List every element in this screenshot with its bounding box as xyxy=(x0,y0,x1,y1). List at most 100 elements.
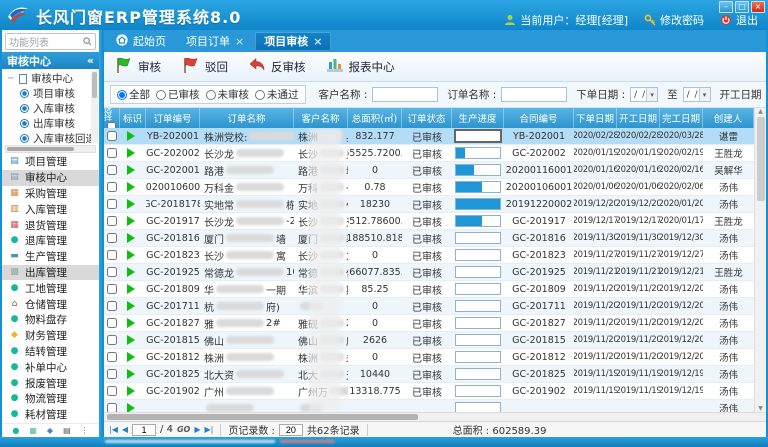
column-header-11[interactable]: 开工日期 xyxy=(617,108,660,128)
row-checkbox[interactable] xyxy=(107,318,117,328)
sidebar-item-13[interactable]: ●结转管理 xyxy=(2,344,99,360)
table-row[interactable]: GC-201827雅2#雅砚2#0已审核GC-2018272019/11/202… xyxy=(104,315,754,332)
column-header-6[interactable]: 总面积(㎡) xyxy=(348,108,402,128)
row-checkbox[interactable] xyxy=(107,301,117,311)
row-checkbox[interactable] xyxy=(107,335,117,345)
row-checkbox[interactable] xyxy=(107,403,117,412)
scroll-down-icon[interactable]: ▼ xyxy=(758,405,763,412)
customer-name-input[interactable] xyxy=(372,87,438,102)
table-row[interactable]: GC-202001路港路港墙0已审核202001160012020/01/162… xyxy=(104,162,754,179)
tree-horizontal-scrollbar[interactable] xyxy=(5,145,96,153)
column-header-10[interactable]: 下单日期 xyxy=(574,108,617,128)
column-header-12[interactable]: 完工日期 xyxy=(660,108,703,128)
order-name-input[interactable] xyxy=(501,87,567,102)
sidebar-item-8[interactable]: ▩出库管理 xyxy=(2,265,99,281)
row-checkbox[interactable] xyxy=(107,386,117,396)
scroll-up-icon[interactable]: ▲ xyxy=(758,108,763,115)
table-row[interactable]: GC-201816厦门墙厦门幕墙188510.818已审核GC-20181620… xyxy=(104,230,754,247)
row-checkbox[interactable] xyxy=(107,131,117,141)
table-row[interactable]: GC-201812株洲株洲未来0已审核GC-2018122019/11/2020… xyxy=(104,349,754,366)
sidebar-item-15[interactable]: ●报废管理 xyxy=(2,375,99,391)
approve-button[interactable]: 审核 xyxy=(114,56,161,77)
row-checkbox[interactable] xyxy=(107,267,117,277)
table-row[interactable]: GC-201925常德龙10常德保..266077.835..已审核GC-201… xyxy=(104,264,754,281)
tree-vertical-scrollbar[interactable] xyxy=(91,71,98,143)
table-row[interactable]: GC-201809华一期华滨期85.25已审核GC-2018092019/11/… xyxy=(104,281,754,298)
book-dark-icon[interactable]: ▤ xyxy=(63,427,71,435)
column-header-1[interactable]: 选择 xyxy=(104,108,120,128)
sidebar-item-6[interactable]: ●退库管理 xyxy=(2,233,99,249)
scrollbar-thumb[interactable] xyxy=(757,117,765,201)
sidebar-item-5[interactable]: ▦退货管理 xyxy=(2,217,99,233)
sidebar-item-16[interactable]: ●物流管理 xyxy=(2,391,99,407)
tree-item[interactable]: 入库审核回退 xyxy=(8,131,89,145)
sidebar-item-12[interactable]: ◆财务管理 xyxy=(2,328,99,344)
report-center-button[interactable]: 报表中心 xyxy=(326,57,395,76)
row-checkbox[interactable] xyxy=(107,148,117,158)
prev-page-button[interactable]: ◀ xyxy=(122,425,128,434)
table-row[interactable]: GC-201823长沙寓长沙之..0已审核GC-2018232019/11/27… xyxy=(104,247,754,264)
reject-button[interactable]: 驳回 xyxy=(181,56,228,77)
change-password-button[interactable]: 修改密码 xyxy=(644,12,704,28)
column-header-13[interactable]: 创建人 xyxy=(703,108,754,128)
sidebar-item-11[interactable]: ●物料盘存 xyxy=(2,312,99,328)
column-header-5[interactable]: 客户名称 xyxy=(294,108,348,128)
status-filter-option[interactable]: 未审核 xyxy=(206,87,250,102)
scrollbar-thumb[interactable] xyxy=(107,414,418,420)
column-header-4[interactable]: 订单名称 xyxy=(200,108,294,128)
sidebar-item-10[interactable]: ⌂仓储管理 xyxy=(2,296,99,312)
logout-button[interactable]: 退出 xyxy=(720,12,758,28)
page-size-input[interactable] xyxy=(279,424,303,436)
sidebar-item-17[interactable]: ●耗材管理 xyxy=(2,407,99,423)
order-date-to-input[interactable]: / /▾ xyxy=(683,87,711,102)
column-header-3[interactable]: 订单编号 xyxy=(146,108,200,128)
sidebar-item-7[interactable]: ▬生产管理 xyxy=(2,249,99,265)
sidebar-item-2[interactable]: ▤审核中心 xyxy=(2,170,99,186)
close-tab-icon[interactable]: × xyxy=(235,35,244,48)
status-filter-radio[interactable] xyxy=(117,90,127,100)
go-button[interactable]: GO xyxy=(177,425,190,434)
last-page-button[interactable]: ▶| xyxy=(204,425,213,434)
status-filter-option[interactable]: 未通过 xyxy=(255,87,299,102)
first-page-button[interactable]: |◀ xyxy=(109,425,118,434)
tree-item[interactable]: 项目审核 xyxy=(8,86,89,101)
close-tab-icon[interactable]: × xyxy=(313,35,322,48)
more-dots-icon[interactable]: ⋮ xyxy=(81,427,89,435)
table-row[interactable]: GC-201902广州广州万森林13318.775已审核GC-201902201… xyxy=(104,383,754,400)
tree-item[interactable]: 入库审核 xyxy=(8,101,89,116)
unapprove-button[interactable]: 反审核 xyxy=(248,57,306,76)
cart-teal-icon[interactable]: ▦ xyxy=(29,427,37,435)
column-header-9[interactable]: 合同编号 xyxy=(504,108,574,128)
row-checkbox[interactable] xyxy=(107,284,117,294)
tab-1[interactable]: 起始页 xyxy=(107,32,175,51)
order-date-to-dropdown-icon[interactable]: ▾ xyxy=(699,88,710,101)
column-header-7[interactable]: 订单状态 xyxy=(402,108,452,128)
row-checkbox[interactable] xyxy=(107,369,117,379)
sidebar-panel-header[interactable]: 审核中心 « xyxy=(2,52,99,69)
table-row[interactable]: GC-2018178实地常栋实地4#..18230已审核201912200022… xyxy=(104,196,754,213)
sidebar-item-3[interactable]: ▦采购管理 xyxy=(2,186,99,202)
page-number-input[interactable] xyxy=(132,424,156,436)
dot-green-icon[interactable]: ● xyxy=(12,427,19,435)
sidebar-item-14[interactable]: ●补单中心 xyxy=(2,359,99,375)
table-row[interactable]: GC-201917长沙龙-2#长沙天..8512.78600..已审核GC-20… xyxy=(104,213,754,230)
table-row[interactable]: GC-201711杭府)0已审核GC-2017112019/11/202019/… xyxy=(104,298,754,315)
sidebar-item-9[interactable]: ●工地管理 xyxy=(2,280,99,296)
tab-3[interactable]: 项目审核× xyxy=(255,32,331,51)
function-search-input[interactable]: 功能列表 xyxy=(5,33,96,50)
order-date-from-dropdown-icon[interactable]: ▾ xyxy=(646,88,657,101)
row-checkbox[interactable] xyxy=(107,352,117,362)
row-checkbox[interactable] xyxy=(107,199,117,209)
column-header-2[interactable]: 标识 xyxy=(120,108,146,128)
row-checkbox[interactable] xyxy=(107,250,117,260)
status-filter-option[interactable]: 全部 xyxy=(117,87,150,102)
status-filter-radio[interactable] xyxy=(156,90,166,100)
sidebar-item-4[interactable]: ▥入库管理 xyxy=(2,201,99,217)
table-row[interactable]: 20200106001万科金万科一期0.78已审核202001060012020… xyxy=(104,179,754,196)
next-page-button[interactable]: ▶ xyxy=(194,425,200,434)
row-checkbox[interactable] xyxy=(107,165,117,175)
row-checkbox[interactable] xyxy=(107,182,117,192)
status-filter-radio[interactable] xyxy=(206,90,216,100)
tree-item[interactable]: 出库审核 xyxy=(8,116,89,131)
table-horizontal-scrollbar[interactable] xyxy=(104,412,766,421)
